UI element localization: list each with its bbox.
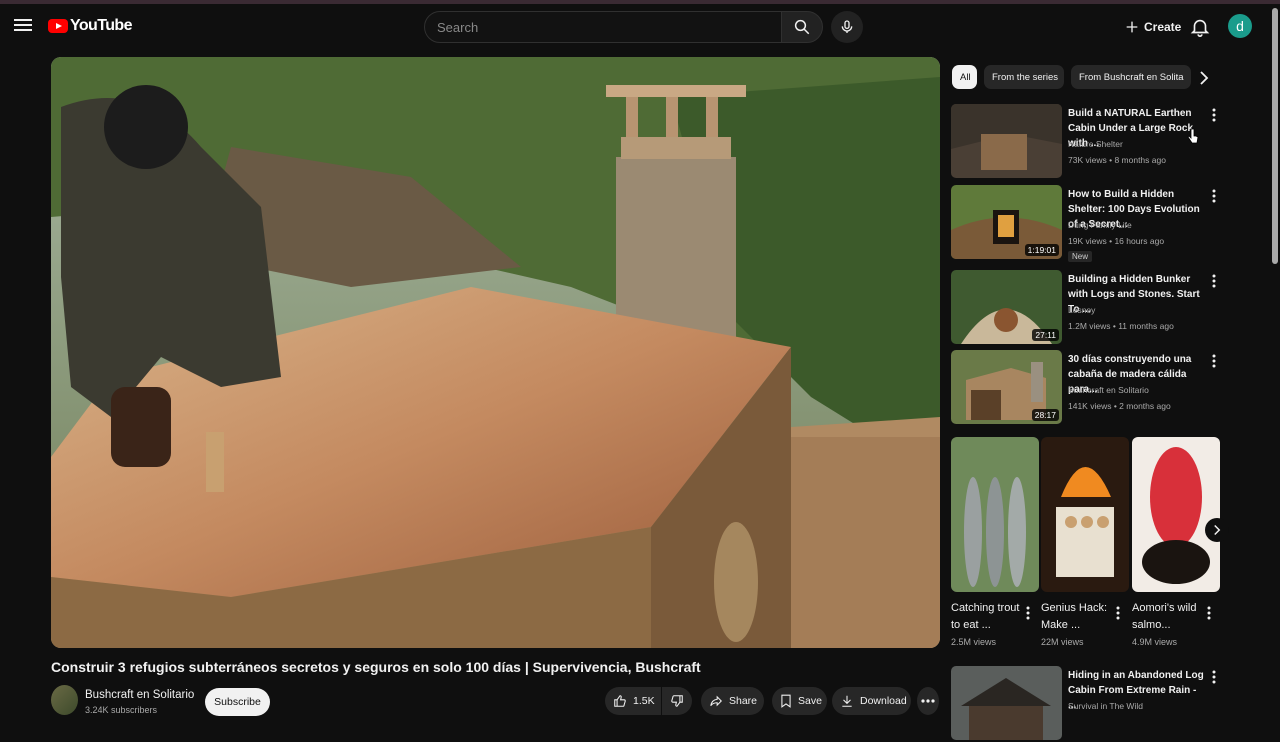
share-button[interactable]: Share <box>701 687 764 715</box>
menu-icon[interactable] <box>14 16 34 36</box>
recommendation-channel[interactable]: Dũng Family Life <box>1068 220 1132 230</box>
thumbs-up-icon <box>614 695 626 707</box>
duration-badge: 28:17 <box>1031 409 1059 421</box>
voice-search-button[interactable] <box>831 11 863 43</box>
video-player[interactable] <box>51 57 940 648</box>
more-vertical-icon[interactable] <box>1204 605 1214 621</box>
search-box <box>424 11 782 43</box>
subscribe-button[interactable]: Subscribe <box>205 688 270 716</box>
short-title[interactable]: Aomori's wild salmo... <box>1132 600 1204 634</box>
mouse-cursor-icon <box>1187 128 1199 144</box>
new-badge: New <box>1068 251 1093 262</box>
search-button[interactable] <box>781 11 823 43</box>
more-vertical-icon[interactable] <box>1209 669 1219 685</box>
chevron-right-icon[interactable] <box>1196 70 1212 86</box>
bell-icon <box>1190 19 1210 37</box>
recommendation-item[interactable]: Build a NATURAL Earthen Cabin Under a La… <box>951 104 1223 180</box>
short-item[interactable]: Catching trout to eat ... 2.5M views <box>951 437 1039 647</box>
recommendation-item[interactable]: Hiding in an Abandoned Log Cabin From Ex… <box>951 666 1223 742</box>
avatar[interactable]: d <box>1228 14 1252 38</box>
notifications-button[interactable] <box>1189 16 1211 38</box>
short-thumbnail[interactable] <box>951 437 1039 592</box>
video-thumbnail[interactable] <box>951 104 1062 178</box>
share-label: Share <box>729 695 758 707</box>
chevron-right-icon <box>1214 524 1221 536</box>
page-scrollbar[interactable] <box>1272 8 1278 264</box>
dislike-button[interactable] <box>662 687 692 715</box>
like-count: 1.5K <box>633 695 655 707</box>
chip-from-series[interactable]: From the series <box>984 65 1064 89</box>
video-thumbnail[interactable] <box>951 666 1062 740</box>
recommendation-item[interactable]: 27:11 Building a Hidden Bunker with Logs… <box>951 270 1223 346</box>
chip-all[interactable]: All <box>952 65 977 89</box>
recommendation-channel[interactable]: Bushcraft en Solitario <box>1068 385 1149 395</box>
more-vertical-icon[interactable] <box>1209 188 1219 204</box>
video-title: Construir 3 refugios subterráneos secret… <box>51 659 701 675</box>
recommendation-meta: 19K views • 16 hours ago <box>1068 236 1165 246</box>
short-views: 22M views <box>1041 637 1084 647</box>
download-button[interactable]: Download <box>832 687 911 715</box>
masthead: YouTube Create d <box>0 4 1280 52</box>
short-title[interactable]: Catching trout to eat ... <box>951 600 1023 634</box>
subscriber-count: 3.24K subscribers <box>85 705 158 715</box>
more-actions-button[interactable] <box>917 687 939 715</box>
duration-badge: 27:11 <box>1032 329 1059 341</box>
logo-text: YouTube <box>70 17 132 34</box>
short-title[interactable]: Genius Hack: Make ... <box>1041 600 1113 634</box>
recommendation-item[interactable]: 1:19:01 How to Build a Hidden Shelter: 1… <box>951 185 1223 262</box>
more-vertical-icon[interactable] <box>1209 107 1219 123</box>
shorts-shelf: Catching trout to eat ... 2.5M views Gen… <box>951 437 1223 657</box>
search-input[interactable] <box>425 12 781 42</box>
shorts-next-button[interactable] <box>1205 518 1229 542</box>
search-icon <box>794 19 810 35</box>
video-thumbnail[interactable]: 27:11 <box>951 270 1062 344</box>
video-thumbnail[interactable]: 28:17 <box>951 350 1062 424</box>
short-item[interactable]: Aomori's wild salmo... 4.9M views <box>1132 437 1220 647</box>
recommendation-meta: 73K views • 8 months ago <box>1068 155 1166 165</box>
create-label: Create <box>1144 20 1182 34</box>
more-vertical-icon[interactable] <box>1209 273 1219 289</box>
short-thumbnail[interactable] <box>1132 437 1220 592</box>
share-icon <box>710 695 722 707</box>
channel-avatar[interactable] <box>51 685 78 715</box>
filter-chips: All From the series From Bushcraft en So… <box>952 65 1222 89</box>
download-label: Download <box>860 695 907 707</box>
youtube-play-icon <box>48 19 68 33</box>
chip-from-channel[interactable]: From Bushcraft en Solita <box>1071 65 1191 89</box>
recommendation-channel[interactable]: Survival in The Wild <box>1068 701 1143 711</box>
more-horizontal-icon <box>921 699 935 703</box>
download-icon <box>842 695 852 707</box>
more-vertical-icon[interactable] <box>1113 605 1123 621</box>
recommendation-meta: 1.2M views • 11 months ago <box>1068 321 1174 331</box>
thumbs-down-icon <box>671 695 683 707</box>
recommendation-item[interactable]: 28:17 30 días construyendo una cabaña de… <box>951 350 1223 426</box>
recommendation-channel[interactable]: Nature Shelter <box>1068 139 1123 149</box>
channel-row: Bushcraft en Solitario 3.24K subscribers… <box>51 684 941 720</box>
recommendation-meta: 141K views • 2 months ago <box>1068 401 1171 411</box>
microphone-icon <box>841 20 853 33</box>
recommendation-channel[interactable]: Lesnoy <box>1068 305 1095 315</box>
more-vertical-icon[interactable] <box>1023 605 1033 621</box>
video-frame <box>51 57 940 648</box>
youtube-logo[interactable]: YouTube <box>48 17 132 35</box>
duration-badge: 1:19:01 <box>1024 244 1059 256</box>
short-item[interactable]: Genius Hack: Make ... 22M views <box>1041 437 1129 647</box>
create-button[interactable]: Create <box>1116 11 1189 43</box>
save-button[interactable]: Save <box>772 687 827 715</box>
save-label: Save <box>798 695 822 707</box>
short-thumbnail[interactable] <box>1041 437 1129 592</box>
short-views: 4.9M views <box>1132 637 1178 647</box>
video-thumbnail[interactable]: 1:19:01 <box>951 185 1062 259</box>
like-button[interactable]: 1.5K <box>605 687 661 715</box>
short-views: 2.5M views <box>951 637 997 647</box>
bookmark-icon <box>781 694 791 708</box>
channel-name[interactable]: Bushcraft en Solitario <box>85 689 194 701</box>
plus-icon <box>1126 21 1138 33</box>
more-vertical-icon[interactable] <box>1209 353 1219 369</box>
